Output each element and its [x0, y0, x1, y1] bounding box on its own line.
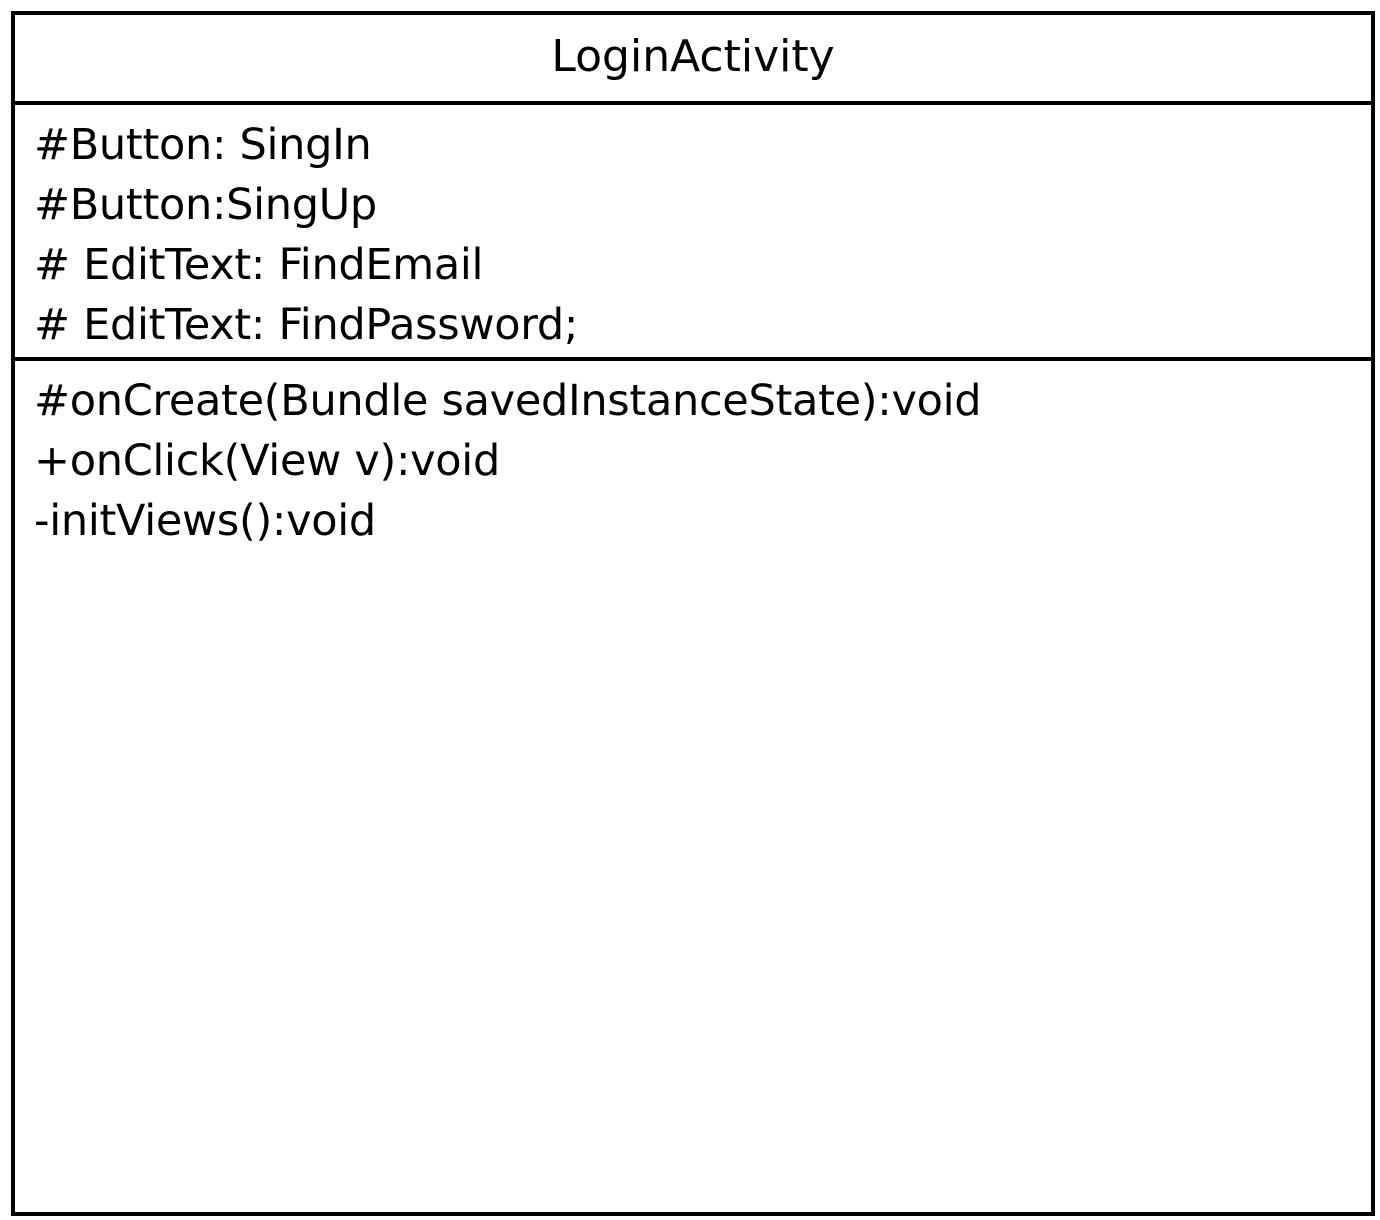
class-name-compartment: LoginActivity [15, 15, 1371, 105]
attributes-compartment: #Button: SingIn #Button:SingUp # EditTex… [15, 105, 1371, 361]
operation-on-click: +onClick(View v):void [34, 436, 500, 486]
operations-compartment: #onCreate(Bundle savedInstanceState):voi… [15, 361, 1371, 551]
attribute-find-password: # EditText: FindPassword; [34, 300, 579, 350]
uml-class-box: LoginActivity #Button: SingIn #Button:Si… [11, 11, 1375, 1216]
operation-init-views: -initViews():void [34, 496, 376, 546]
attribute-find-email: # EditText: FindEmail [34, 240, 484, 290]
attribute-signin-button: #Button: SingIn [34, 120, 372, 170]
class-name: LoginActivity [551, 31, 835, 82]
operation-on-create: #onCreate(Bundle savedInstanceState):voi… [34, 376, 982, 426]
attribute-signup-button: #Button:SingUp [34, 180, 377, 230]
